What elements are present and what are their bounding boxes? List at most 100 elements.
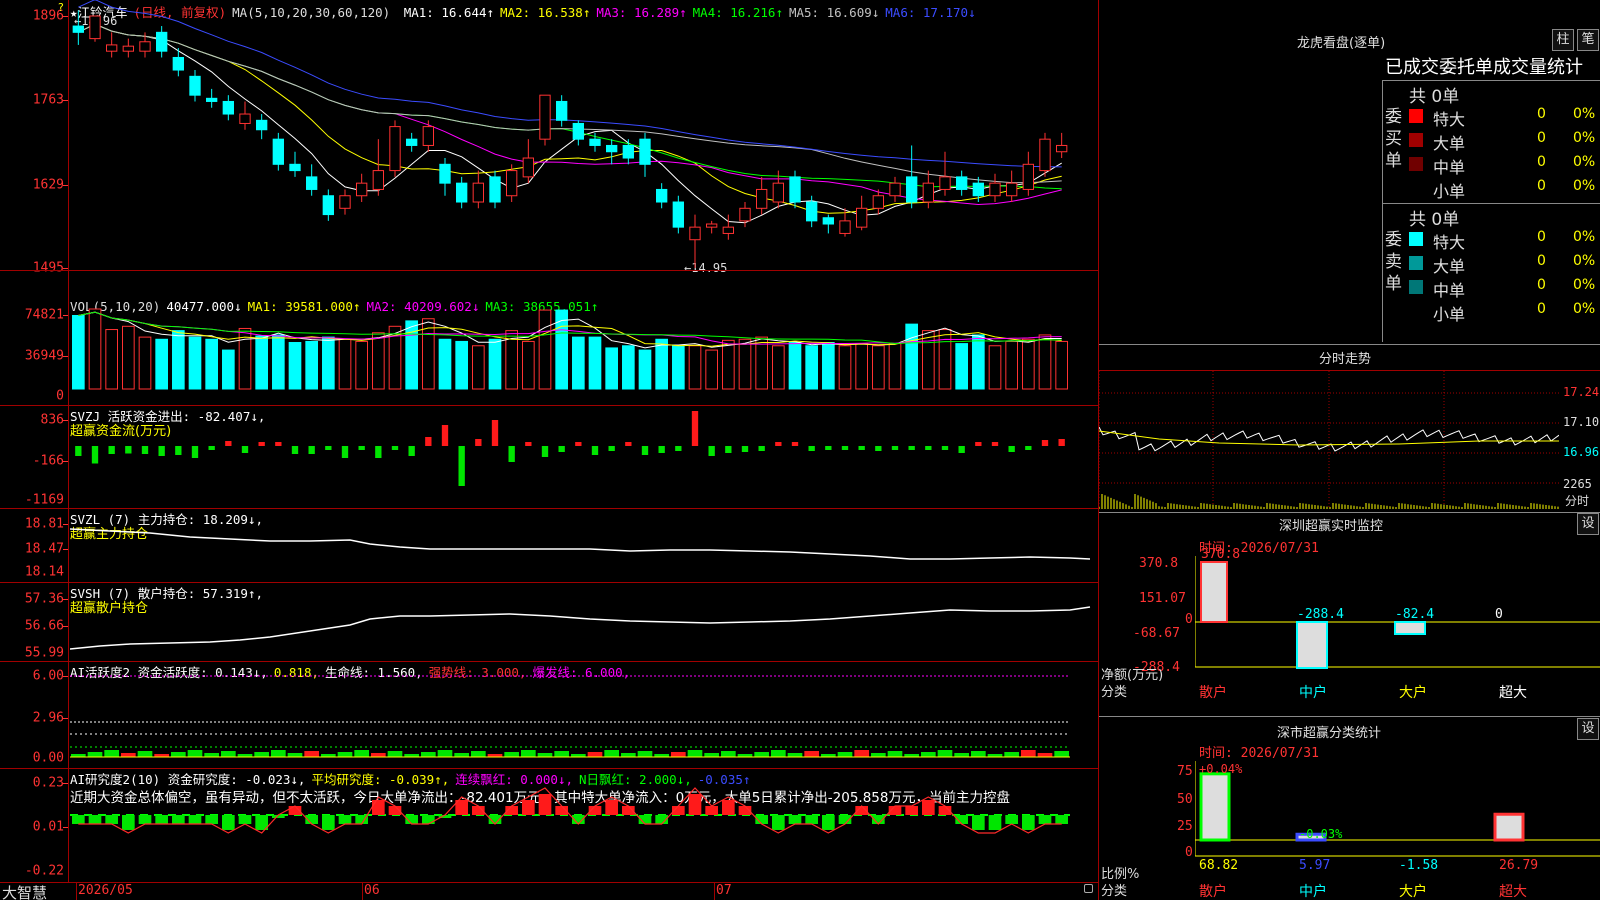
buy-row-percent: 0% xyxy=(1573,178,1596,194)
buy-row-s[interactable]: 小单 0 0% xyxy=(1383,176,1600,201)
price-axis-tick xyxy=(63,185,68,186)
candle-body xyxy=(639,138,651,165)
retail-panel[interactable]: 57.36 56.66 55.99 SVSH (7) 散户持仓: 57.319↑… xyxy=(0,583,1098,661)
lock-icon[interactable] xyxy=(1084,884,1093,893)
fl-settings-button[interactable]: 设 xyxy=(1577,718,1599,740)
intraday-panel[interactable]: 17.24 17.10 16.96 2265 分时 xyxy=(1099,370,1600,509)
activity-bar xyxy=(271,750,286,757)
volume-panel[interactable]: 74821 36949 0 VOL(5,10,20) 40477.000↓ MA1:… xyxy=(0,271,1098,406)
volume-bar xyxy=(172,330,185,390)
sz-settings-button[interactable]: 设 xyxy=(1577,513,1599,535)
buy-row-value: 0 xyxy=(1537,130,1546,146)
fl-title: 深市超赢分类统计 xyxy=(1277,726,1382,741)
activity-bar xyxy=(637,751,653,757)
candlestick-chart[interactable] xyxy=(70,0,1098,270)
candle-body xyxy=(406,138,418,146)
tick-button[interactable]: 笔 xyxy=(1577,29,1599,51)
ai-research-panel[interactable]: 0.23 0.01 -0.22 AI研究度2(10) 资金研究度: -0.023… xyxy=(0,769,1098,882)
price-panel[interactable]: 1896 1763 1629 1495 ? ★江铃汽车 (日线, 前复权) MA(5… xyxy=(0,0,1098,276)
fl-panel[interactable]: 时间: 2026/07/31 75 50 25 0 比例% 分类 +0.04% … xyxy=(1099,741,1600,900)
sell-row-name: 中单 xyxy=(1433,281,1466,300)
fl-top-label: +0.04% xyxy=(1199,762,1243,776)
buy-row-xl[interactable]: 特大 0 0% xyxy=(1383,104,1600,129)
candle-body xyxy=(372,170,384,190)
candle-body xyxy=(906,176,918,203)
candle-body xyxy=(922,182,935,203)
footer: 大智慧 2026/05 06 07 xyxy=(0,882,1098,900)
candle-body xyxy=(589,138,601,146)
price-axis: 1896 1763 1629 1495 xyxy=(0,0,68,276)
sz-monitor-panel[interactable]: 时间: 2026/07/31 370.8 151.07 0 -68.67 -28… xyxy=(1099,536,1600,716)
flow-bar xyxy=(925,446,932,450)
activity-bar xyxy=(521,750,536,757)
ai-research-chart[interactable] xyxy=(70,769,1098,882)
brand-logo[interactable]: 大智慧 xyxy=(2,882,47,900)
activity-bar xyxy=(121,753,136,757)
fl-bar-chart[interactable] xyxy=(1195,741,1600,900)
flow-bar xyxy=(1041,440,1049,446)
ai-activity-chart[interactable] xyxy=(70,662,1098,768)
ai-activity-panel[interactable]: 6.00 2.96 0.00 AI活跃度2 资金活跃度: 0.143↓, 0.81… xyxy=(0,662,1098,768)
research-bar xyxy=(772,815,785,830)
main-force-panel[interactable]: 18.81 18.47 18.14 SVZL (7) 主力持仓: 18.209↓… xyxy=(0,509,1098,582)
ai-activity-axis-label: 0.00 xyxy=(32,750,64,766)
flow-bar xyxy=(375,446,382,458)
candle-body xyxy=(756,188,768,209)
research-bar xyxy=(705,806,718,815)
sell-row-m[interactable]: 中单 0 0% xyxy=(1383,275,1600,300)
flow-bar xyxy=(341,446,349,458)
volume-bar xyxy=(472,345,485,390)
flow-panel[interactable]: 836 -166 -1169 SVZJ 活跃资金进出: -82.407↓, 超赢… xyxy=(0,406,1098,508)
volume-bar xyxy=(288,342,302,390)
column-button[interactable]: 柱 xyxy=(1552,29,1574,51)
sell-row-s[interactable]: 小单 0 0% xyxy=(1383,299,1600,324)
candle-body xyxy=(422,126,434,146)
activity-bar xyxy=(604,750,619,757)
buy-row-l[interactable]: 大单 0 0% xyxy=(1383,128,1600,153)
intraday-axis-label: 16.96 xyxy=(1563,445,1600,459)
flow-bar xyxy=(225,441,232,446)
flow-bar xyxy=(191,446,199,458)
retail-line[interactable] xyxy=(70,583,1098,661)
flow-axis-tick xyxy=(63,420,68,421)
main-force-axis-label: 18.14 xyxy=(24,564,64,580)
sz-bar-chart[interactable]: 370.8 -288.4 -82.4 0 xyxy=(1195,536,1600,716)
flow-bar xyxy=(975,442,982,446)
sell-row-l[interactable]: 大单 0 0% xyxy=(1383,251,1600,276)
flow-bar xyxy=(875,446,882,451)
volume-bar xyxy=(272,334,285,390)
main-force-axis-label: 18.47 xyxy=(24,541,64,557)
sz-monitor-header-line xyxy=(1099,512,1600,513)
volume-bar xyxy=(205,338,218,390)
retail-axis-label: 55.99 xyxy=(24,645,64,661)
intraday-fen-label: 分时 xyxy=(1565,494,1590,508)
volume-bar xyxy=(622,345,635,390)
research-bar xyxy=(122,815,135,830)
volume-chart[interactable] xyxy=(70,271,1098,406)
candle-body xyxy=(489,176,501,203)
date-tick xyxy=(714,882,715,900)
activity-bar xyxy=(921,752,936,757)
candle-body xyxy=(1022,163,1035,190)
volume-bar xyxy=(355,340,369,390)
intraday-chart[interactable] xyxy=(1099,371,1559,509)
flow-bar xyxy=(241,446,249,453)
research-bar xyxy=(972,815,985,830)
volume-bar xyxy=(538,309,552,390)
candle-body xyxy=(222,100,235,115)
flow-chart[interactable] xyxy=(70,406,1098,508)
activity-bar xyxy=(371,753,386,757)
activity-bar xyxy=(854,750,869,757)
intraday-price-line xyxy=(1099,426,1559,452)
activity-bar xyxy=(1021,750,1036,757)
sell-row-xl[interactable]: 特大 0 0% xyxy=(1383,227,1600,252)
settings-icon[interactable]: ? xyxy=(58,1,64,14)
research-bar xyxy=(188,815,202,824)
sz-category: 超大 xyxy=(1499,685,1527,701)
ai-activity-axis: 6.00 2.96 0.00 xyxy=(0,662,68,768)
main-force-line[interactable] xyxy=(70,509,1098,582)
candle-body xyxy=(306,176,318,190)
research-bar xyxy=(172,815,185,824)
price-axis-label: 1629 xyxy=(32,177,64,193)
buy-row-m[interactable]: 中单 0 0% xyxy=(1383,152,1600,177)
